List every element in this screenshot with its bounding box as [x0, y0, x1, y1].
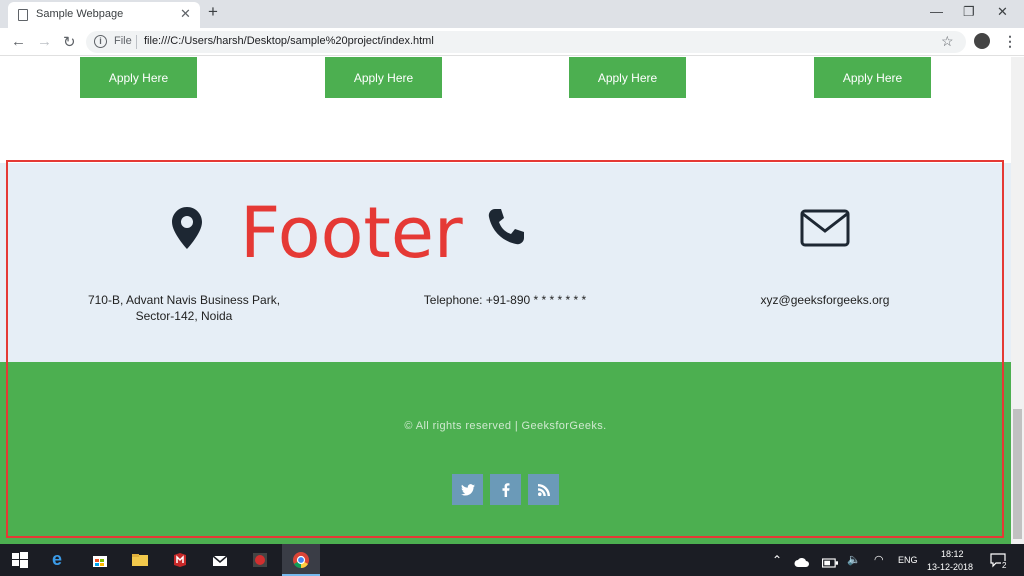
apply-button[interactable]: Apply Here [325, 57, 442, 98]
scrollbar-thumb[interactable] [1013, 409, 1022, 539]
info-icon[interactable]: i [94, 35, 107, 48]
footer-contact-section [0, 163, 1011, 363]
twitter-button[interactable] [452, 474, 483, 505]
bookmark-star-icon[interactable]: ☆ [941, 33, 954, 50]
divider [136, 35, 137, 49]
envelope-icon [800, 209, 850, 247]
browser-tab[interactable]: Sample Webpage ✕ [8, 2, 200, 28]
store-icon[interactable] [92, 552, 108, 568]
show-hidden-icons[interactable]: ⌃ [772, 553, 782, 567]
language-indicator[interactable]: ENG [898, 555, 918, 565]
footer-email[interactable]: xyz@geeksforgeeks.org [720, 292, 930, 308]
windows-start-icon[interactable] [12, 552, 28, 568]
app-icon[interactable] [252, 552, 268, 568]
minimize-button[interactable]: — [930, 4, 943, 19]
footer-telephone: Telephone: +91-890 * * * * * * * [423, 293, 587, 307]
file-label: File [114, 35, 132, 47]
chrome-icon [293, 552, 309, 568]
mail-icon[interactable] [212, 552, 228, 568]
os-taskbar: e ⌃ 🔈 ◠ ENG 18:12 13-12-2018 2 [0, 544, 1024, 576]
back-button[interactable]: ← [11, 33, 26, 50]
footer-copyright-section [0, 362, 1011, 544]
url-text[interactable]: file:///C:/Users/harsh/Desktop/sample%20… [144, 35, 434, 47]
close-window-button[interactable]: ✕ [997, 4, 1008, 20]
page-scrollbar[interactable] [1011, 57, 1024, 544]
tab-bar: Sample Webpage ✕ + — ❐ ✕ [0, 0, 1024, 28]
close-tab-icon[interactable]: ✕ [180, 6, 191, 22]
onedrive-icon[interactable] [794, 554, 810, 570]
address-bar[interactable]: i File file:///C:/Users/harsh/Desktop/sa… [86, 31, 966, 53]
twitter-icon [460, 483, 475, 496]
chrome-taskbar-button[interactable] [282, 544, 320, 576]
forward-button[interactable]: → [37, 33, 52, 50]
location-pin-icon [172, 207, 202, 249]
notification-count: 2 [1001, 561, 1008, 570]
phone-icon [488, 209, 524, 245]
footer-address: 710-B, Advant Navis Business Park, Secto… [64, 292, 304, 324]
page-viewport: Apply Here Apply Here Apply Here Apply H… [0, 57, 1011, 544]
rss-button[interactable] [528, 474, 559, 505]
address-line: 710-B, Advant Navis Business Park, [87, 293, 281, 307]
battery-icon[interactable] [822, 555, 838, 571]
apply-button[interactable]: Apply Here [569, 57, 686, 98]
copyright-text: © All rights reserved | GeeksforGeeks. [404, 420, 607, 432]
rss-icon [537, 483, 550, 496]
clock-time[interactable]: 18:12 [941, 549, 964, 559]
file-explorer-icon[interactable] [132, 552, 148, 568]
facebook-button[interactable] [490, 474, 521, 505]
tab-title: Sample Webpage [36, 8, 124, 20]
apply-button[interactable]: Apply Here [80, 57, 197, 98]
volume-icon[interactable]: 🔈 [847, 553, 861, 566]
mcafee-icon[interactable] [172, 552, 188, 568]
reload-button[interactable]: ↻ [63, 33, 76, 51]
edge-icon[interactable]: e [52, 549, 68, 569]
restore-button[interactable]: ❐ [963, 4, 975, 20]
clock-date[interactable]: 13-12-2018 [927, 562, 973, 572]
apply-button[interactable]: Apply Here [814, 57, 931, 98]
menu-icon[interactable]: ⋮ [1003, 33, 1017, 50]
page-icon [18, 9, 28, 21]
facebook-icon [502, 482, 509, 497]
new-tab-button[interactable]: + [208, 2, 218, 22]
profile-avatar[interactable] [974, 33, 990, 49]
address-line: Sector-142, Noida [135, 309, 233, 323]
wifi-icon[interactable]: ◠ [874, 553, 884, 566]
annotation-label: Footer [240, 192, 463, 274]
browser-toolbar: ← → ↻ i File file:///C:/Users/harsh/Desk… [0, 28, 1024, 56]
